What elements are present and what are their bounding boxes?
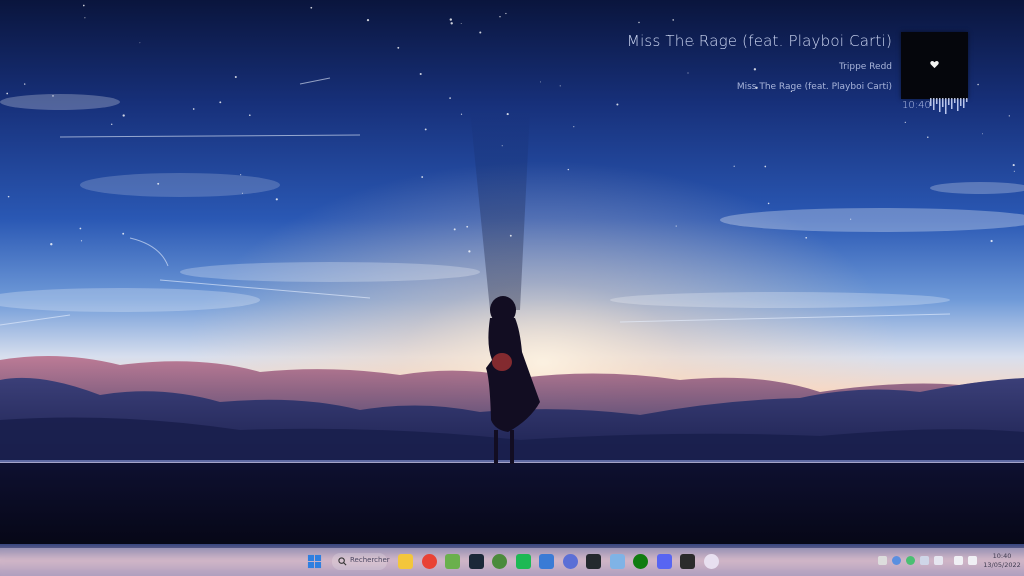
tray-chevron-icon[interactable] <box>878 556 887 565</box>
star <box>24 83 26 85</box>
star <box>573 126 575 128</box>
chrome-icon[interactable] <box>421 554 437 569</box>
taskbar-clock[interactable]: 10:40 13/05/2022 <box>983 552 1021 570</box>
star <box>122 232 125 235</box>
star <box>275 198 278 201</box>
star <box>234 75 237 79</box>
playback-time: 10:40 <box>902 100 931 111</box>
windows-start-icon[interactable] <box>307 554 322 569</box>
star <box>52 95 54 97</box>
star <box>927 136 929 139</box>
star <box>6 92 9 95</box>
star <box>672 19 674 21</box>
tray-app-icon[interactable] <box>934 556 943 565</box>
star <box>450 22 453 25</box>
star <box>453 228 456 231</box>
star <box>424 128 427 131</box>
star <box>977 83 979 86</box>
tray-app-icon[interactable] <box>906 556 915 565</box>
search-label: Rechercher <box>350 556 390 564</box>
minecraft-icon[interactable] <box>492 554 507 569</box>
now-playing-widget: Miss The Rage (feat. Playboi Carti) Trip… <box>600 30 970 120</box>
xbox-icon[interactable] <box>633 554 648 569</box>
heart-icon <box>930 61 939 69</box>
photos-icon[interactable] <box>609 554 625 569</box>
star <box>505 12 507 15</box>
star <box>1012 164 1015 167</box>
star <box>501 145 503 147</box>
star <box>366 19 370 22</box>
star <box>675 225 677 227</box>
star <box>764 165 767 168</box>
star <box>310 6 313 9</box>
steam-icon[interactable] <box>468 554 484 569</box>
star <box>79 227 82 230</box>
star <box>850 218 852 220</box>
star <box>1008 115 1010 117</box>
taskbar: Rechercher 10:40 13/05/2022 <box>0 548 1024 576</box>
star <box>982 133 983 135</box>
track-artist: Trippe Redd <box>838 62 892 72</box>
star <box>466 225 469 228</box>
spotify-icon[interactable] <box>515 554 531 569</box>
star <box>449 97 451 99</box>
star <box>50 243 53 246</box>
star <box>733 165 735 167</box>
volume-icon[interactable] <box>968 556 977 565</box>
bluestacks-icon[interactable] <box>445 554 460 569</box>
star <box>122 114 125 117</box>
app-icon[interactable] <box>562 554 578 569</box>
star <box>904 121 906 123</box>
star <box>248 114 251 117</box>
star <box>421 176 424 178</box>
file-explorer-icon[interactable] <box>398 554 413 569</box>
star <box>80 240 83 242</box>
star <box>157 182 160 185</box>
star <box>7 195 10 198</box>
star <box>990 239 993 243</box>
star <box>509 234 512 237</box>
terminal-icon[interactable] <box>680 554 695 569</box>
track-album: Miss The Rage (feat. Playboi Carti) <box>736 82 892 92</box>
star <box>240 174 242 176</box>
github-icon[interactable] <box>586 554 601 569</box>
star <box>559 85 561 87</box>
star <box>84 17 86 19</box>
star <box>805 236 808 239</box>
star <box>397 46 400 49</box>
clock-date: 13/05/2022 <box>983 561 1021 569</box>
star <box>139 42 141 44</box>
wifi-icon[interactable] <box>954 556 963 565</box>
taskbar-search[interactable]: Rechercher <box>332 553 390 570</box>
search-icon <box>338 557 347 566</box>
star <box>460 22 462 24</box>
star <box>506 113 509 116</box>
clock-time: 10:40 <box>992 552 1012 560</box>
tray-app-icon[interactable] <box>892 556 901 565</box>
star <box>219 101 222 104</box>
star <box>192 108 195 110</box>
star <box>499 16 501 18</box>
audio-visualizer <box>930 98 968 114</box>
track-title: Miss The Rage (feat. Playboi Carti) <box>626 32 892 50</box>
star <box>567 168 570 171</box>
album-cover[interactable] <box>901 32 968 99</box>
star <box>110 123 113 126</box>
star <box>460 113 463 115</box>
discord-icon[interactable] <box>656 554 672 569</box>
star <box>539 81 541 83</box>
tray-app-icon[interactable] <box>920 556 929 565</box>
star <box>1013 170 1015 172</box>
star <box>767 202 770 205</box>
star <box>82 4 85 7</box>
star <box>449 18 452 21</box>
star <box>468 250 471 253</box>
star <box>241 192 243 194</box>
star <box>638 21 640 24</box>
mail-icon[interactable] <box>539 554 554 569</box>
star <box>479 31 482 34</box>
star <box>419 72 422 76</box>
notepad-icon[interactable] <box>703 554 719 569</box>
